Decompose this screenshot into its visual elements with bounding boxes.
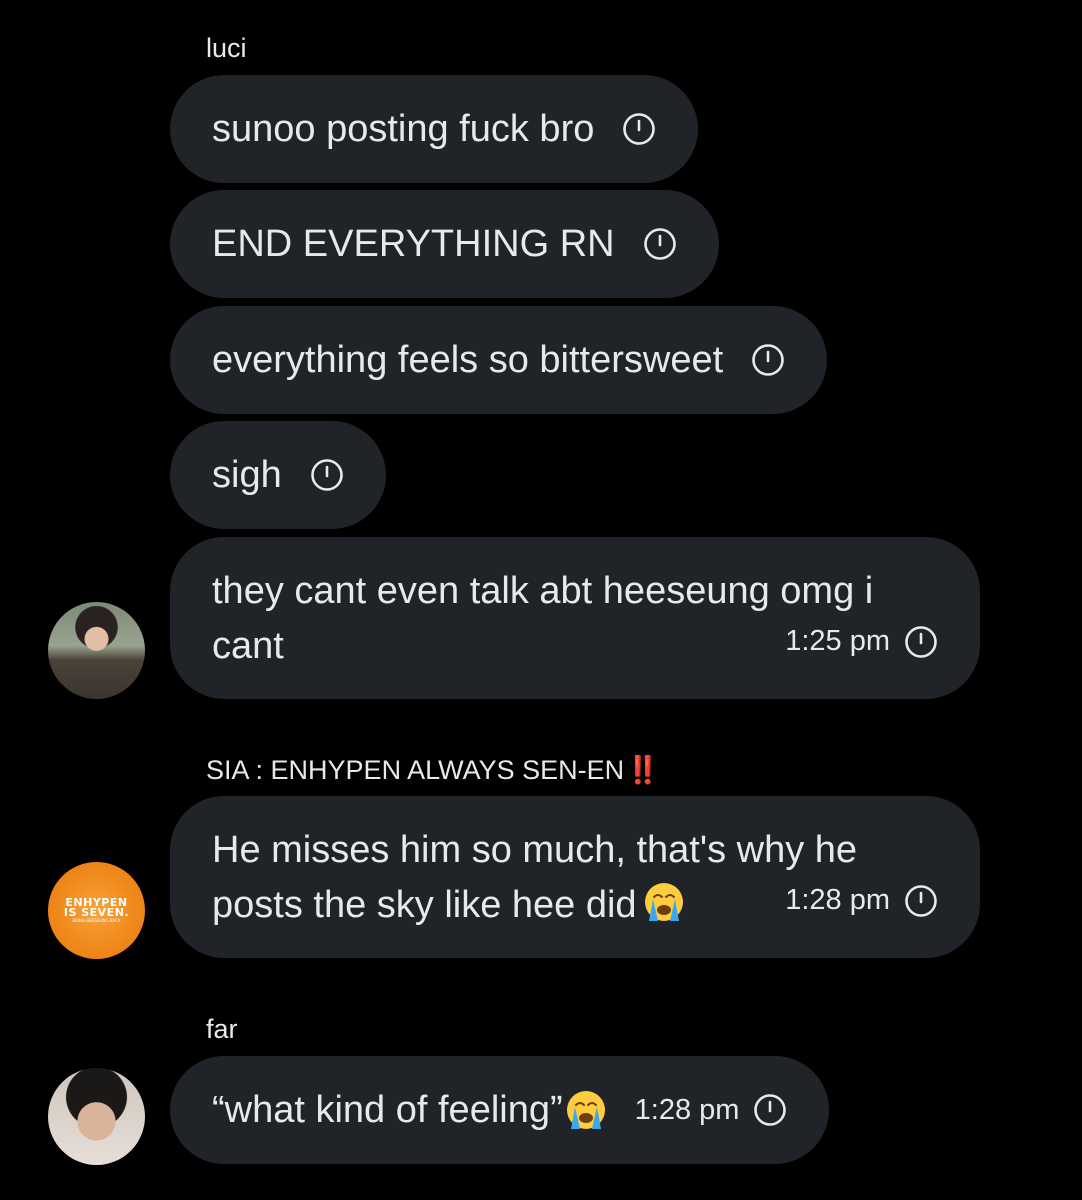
message-timestamp: 1:28 pm xyxy=(785,873,938,928)
message-text: posts the sky like hee did xyxy=(212,884,637,926)
avatar-text: BRING HEESEUNG BACK xyxy=(72,917,121,923)
clock-icon xyxy=(751,343,785,377)
message-text: sigh xyxy=(212,453,282,496)
sender-name: luci xyxy=(206,33,247,63)
sender-name-text: SIA : ENHYPEN ALWAYS SEN-EN xyxy=(206,755,625,785)
message-text-line: they cant even talk abt heeseung omg i xyxy=(212,570,874,612)
clock-icon xyxy=(904,884,938,918)
message-bubble[interactable]: END EVERYTHING RN xyxy=(170,190,719,298)
message-bubble[interactable]: “what kind of feeling” 1:28 pm xyxy=(170,1056,830,1164)
avatar[interactable] xyxy=(48,1068,145,1165)
timestamp-text: 1:28 pm xyxy=(785,884,890,916)
message-bubble[interactable]: everything feels so bittersweet xyxy=(170,306,828,414)
sender-name: SIA : ENHYPEN ALWAYS SEN-EN‼️ xyxy=(206,757,660,784)
loudly-crying-face-icon xyxy=(643,881,685,923)
clock-icon xyxy=(622,112,656,146)
sender-name: far xyxy=(206,1014,238,1044)
message-timestamp: 1:25 pm xyxy=(785,614,938,669)
message-bubble[interactable]: they cant even talk abt heeseung omg i c… xyxy=(170,537,980,699)
message-bubble[interactable]: He misses him so much, that's why he pos… xyxy=(170,796,980,958)
clock-icon xyxy=(904,625,938,659)
message-bubble[interactable]: sunoo posting fuck bro xyxy=(170,75,699,183)
message-text-line: He misses him so much, that's why he xyxy=(212,829,858,871)
message-status xyxy=(751,343,785,377)
message-timestamp: 1:28 pm xyxy=(635,1083,788,1138)
timestamp-text: 1:25 pm xyxy=(785,625,890,657)
clock-icon xyxy=(643,227,677,261)
loudly-crying-face-icon xyxy=(565,1089,607,1131)
message-text: “what kind of feeling” xyxy=(212,1088,563,1131)
message-status xyxy=(310,458,344,492)
message-bubble[interactable]: sigh xyxy=(170,421,386,529)
message-status xyxy=(622,112,656,146)
message-text: sunoo posting fuck bro xyxy=(212,107,595,150)
avatar-text: IS SEVEN. xyxy=(63,905,130,919)
avatar[interactable]: ENHYPEN IS SEVEN. BRING HEESEUNG BACK xyxy=(48,862,145,959)
double-exclamation-icon: ‼️ xyxy=(626,755,660,785)
clock-icon xyxy=(753,1093,787,1127)
clock-icon xyxy=(310,458,344,492)
message-status xyxy=(643,227,677,261)
message-text: everything feels so bittersweet xyxy=(212,338,724,381)
avatar[interactable] xyxy=(48,602,145,699)
timestamp-text: 1:28 pm xyxy=(634,1093,740,1126)
message-text: END EVERYTHING RN xyxy=(212,222,615,265)
